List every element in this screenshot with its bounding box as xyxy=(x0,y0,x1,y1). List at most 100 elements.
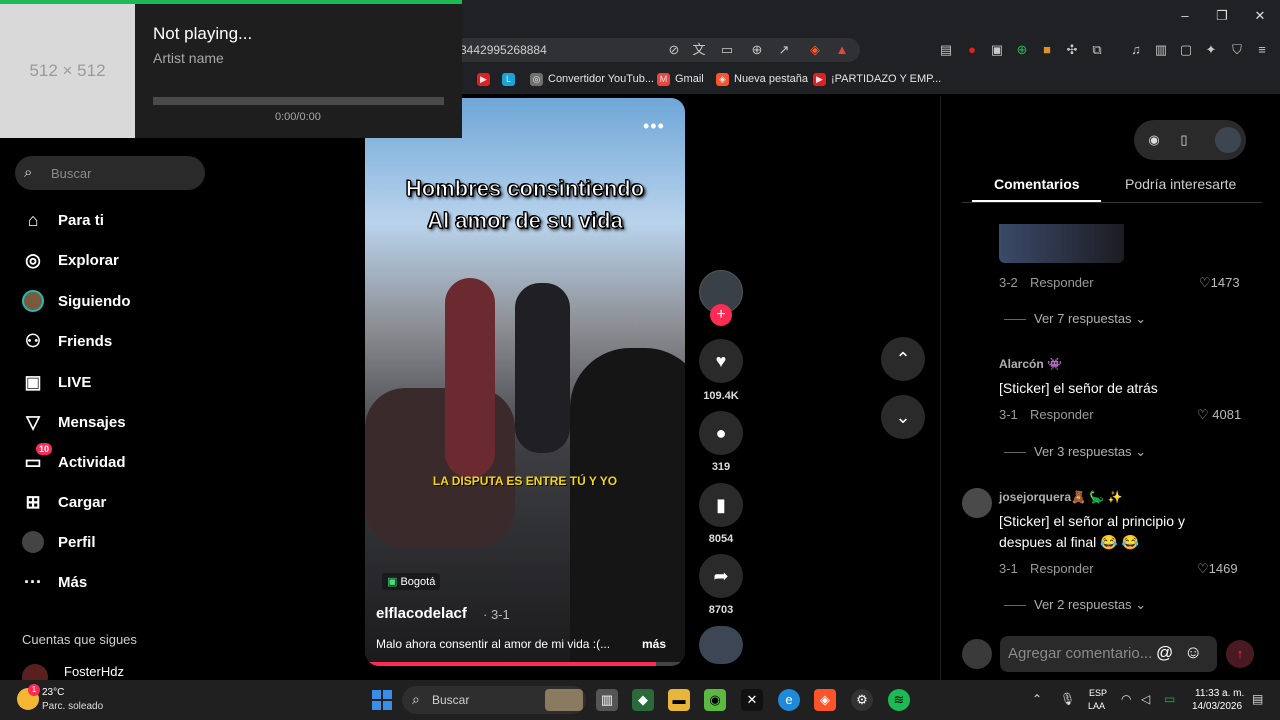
nav-siguiendo[interactable]: Siguiendo xyxy=(22,287,131,315)
location-tag[interactable]: ▣ Bogotá xyxy=(382,573,441,590)
bookmark-partidazo[interactable]: ▶ ¡PARTIDAZO Y EMP... xyxy=(813,71,941,87)
bookmark-new-tab[interactable]: ◈ Nueva pestaña xyxy=(716,71,808,87)
bookmark-converter[interactable]: ◎ Convertidor YouTub... xyxy=(530,71,654,87)
extension-plus-icon[interactable]: ⊕ xyxy=(1013,41,1031,59)
menu-icon[interactable]: ≡ xyxy=(1253,41,1271,59)
extension-box-icon[interactable]: ■ xyxy=(1038,41,1056,59)
extension-bag-icon[interactable]: ▤ xyxy=(937,41,955,59)
reply-button[interactable]: Responder xyxy=(1030,561,1094,576)
brave-shield-icon[interactable]: ◈ xyxy=(806,41,824,59)
previous-video-button[interactable]: ⌃ xyxy=(881,337,925,381)
nav-actividad[interactable]: ▭ 10 Actividad xyxy=(22,443,126,476)
vpn-shield-icon[interactable]: ⛉ xyxy=(1228,41,1246,59)
comment-like-button[interactable]: ♡1473 xyxy=(1199,275,1240,291)
battery-icon[interactable]: ▭ xyxy=(1164,692,1175,706)
view-replies-button[interactable]: Ver 3 respuestas ⌄ xyxy=(1034,444,1146,460)
media-music-icon[interactable]: ♫ xyxy=(1127,41,1145,59)
wifi-icon[interactable]: ◠ xyxy=(1121,692,1131,706)
extension-image-icon[interactable]: ▣ xyxy=(988,41,1006,59)
keyboard-layout-indicator[interactable]: LAA xyxy=(1088,701,1105,711)
extension-record-icon[interactable]: ● xyxy=(963,41,981,59)
next-video-button[interactable]: ⌄ xyxy=(881,395,925,439)
clock-date[interactable]: 14/03/2026 xyxy=(1192,701,1242,712)
app-cube-icon[interactable]: ◆ xyxy=(632,689,654,711)
comment-image[interactable] xyxy=(999,224,1124,263)
tab-comments[interactable]: Comentarios xyxy=(994,176,1080,192)
nvidia-icon[interactable]: ◉ xyxy=(704,689,726,711)
search-highlight-icon[interactable] xyxy=(545,689,583,711)
bookmark-gmail[interactable]: M Gmail xyxy=(657,71,704,87)
notification-icon[interactable]: ▤ xyxy=(1252,692,1263,706)
nav-mensajes[interactable]: ▽ Mensajes xyxy=(22,408,125,436)
start-button[interactable] xyxy=(372,690,392,710)
reader-off-icon[interactable]: ⊘ xyxy=(665,41,683,59)
comment-user[interactable]: Alarcón 👾 xyxy=(999,357,1062,371)
follow-button[interactable]: + xyxy=(710,304,732,326)
spotify-icon[interactable]: ≋ xyxy=(888,689,910,711)
phone-icon[interactable]: ▯ xyxy=(1175,131,1193,149)
search-input[interactable] xyxy=(15,156,205,190)
nav-perfil[interactable]: Perfil xyxy=(22,528,96,556)
video-progress-bar[interactable] xyxy=(365,662,685,666)
comment-avatar[interactable] xyxy=(962,488,992,518)
weather-temperature[interactable]: 23°C xyxy=(42,687,64,698)
nav-mas[interactable]: ··· Más xyxy=(22,568,87,596)
music-disc[interactable] xyxy=(699,626,743,664)
brave-taskbar-icon[interactable]: ◈ xyxy=(814,689,836,711)
emoji-icon[interactable]: ☺ xyxy=(1184,642,1202,663)
comment-button[interactable]: ● xyxy=(699,411,743,455)
sidebar-toggle-icon[interactable]: ▥ xyxy=(1152,41,1170,59)
language-indicator[interactable]: ESP xyxy=(1089,688,1107,698)
nav-cargar[interactable]: ⊞ Cargar xyxy=(22,488,106,516)
address-bar[interactable]: 3442995268884 xyxy=(440,38,860,62)
description-more-link[interactable]: más xyxy=(642,637,666,651)
maximize-button[interactable]: ❐ xyxy=(1212,8,1232,26)
reply-button[interactable]: Responder xyxy=(1030,275,1094,290)
save-button[interactable]: ▮ xyxy=(699,483,743,527)
user-avatar[interactable] xyxy=(1215,127,1241,153)
zoom-icon[interactable]: ⊕ xyxy=(748,41,766,59)
clock-time[interactable]: 11:33 a. m. xyxy=(1195,688,1244,699)
translate-icon[interactable]: 文 xyxy=(690,41,708,59)
comment-like-button[interactable]: ♡ 4081 xyxy=(1197,407,1241,423)
wallet-icon[interactable]: ▢ xyxy=(1177,41,1195,59)
settings-gear-icon[interactable]: ⚙ xyxy=(851,689,873,711)
brave-rewards-icon[interactable]: ▲ xyxy=(833,41,851,59)
nav-explorar[interactable]: ◎ Explorar xyxy=(22,246,119,274)
mention-icon[interactable]: @ xyxy=(1156,643,1173,663)
comment-user[interactable]: josejorquera🧸 🦕 ✨ xyxy=(999,490,1123,504)
task-view-icon[interactable]: ▥ xyxy=(596,689,618,711)
video-player[interactable]: Hombres consintiendo Al amor de su vida … xyxy=(365,98,685,666)
nav-live[interactable]: ▣ LIVE xyxy=(22,368,91,396)
extension-window-icon[interactable]: ⧉ xyxy=(1088,41,1106,59)
track-progress-bar[interactable] xyxy=(153,97,444,105)
minimize-button[interactable]: – xyxy=(1175,8,1195,26)
nav-para-ti[interactable]: ⌂ Para ti xyxy=(22,206,104,234)
share-icon[interactable]: ↗ xyxy=(775,41,793,59)
cast-icon[interactable]: ▭ xyxy=(718,41,736,59)
like-button[interactable]: ♥ xyxy=(699,339,743,383)
comment-avatar[interactable] xyxy=(962,356,992,386)
following-account[interactable]: FosterHdz xyxy=(64,664,124,679)
microphone-icon[interactable]: 🎙 xyxy=(1060,692,1075,706)
tab-related[interactable]: Podría interesarte xyxy=(1125,176,1236,192)
send-comment-button[interactable]: ↑ xyxy=(1226,640,1254,668)
video-author[interactable]: elflacodelacf xyxy=(376,605,467,622)
edge-icon[interactable]: e xyxy=(778,689,800,711)
reply-button[interactable]: Responder xyxy=(1030,407,1094,422)
view-replies-button[interactable]: Ver 2 respuestas ⌄ xyxy=(1034,597,1146,613)
extensions-puzzle-icon[interactable]: ✣ xyxy=(1063,41,1081,59)
nav-friends[interactable]: ⚇ Friends xyxy=(22,327,112,355)
weather-condition[interactable]: Parc. soleado xyxy=(42,701,103,712)
video-more-button[interactable]: ••• xyxy=(643,116,665,137)
share-button[interactable]: ➦ xyxy=(699,554,743,598)
close-window-button[interactable]: ✕ xyxy=(1250,8,1270,26)
leo-ai-icon[interactable]: ✦ xyxy=(1202,41,1220,59)
file-explorer-icon[interactable]: ▬ xyxy=(668,689,690,711)
view-replies-button[interactable]: Ver 7 respuestas ⌄ xyxy=(1034,311,1146,327)
bookmark-l[interactable]: L xyxy=(502,71,515,87)
capcut-icon[interactable]: ✕ xyxy=(741,689,763,711)
tray-chevron-icon[interactable]: ⌃ xyxy=(1032,692,1042,706)
comment-like-button[interactable]: ♡1469 xyxy=(1197,561,1238,577)
bookmark-youtube[interactable]: ▶ xyxy=(477,71,490,87)
